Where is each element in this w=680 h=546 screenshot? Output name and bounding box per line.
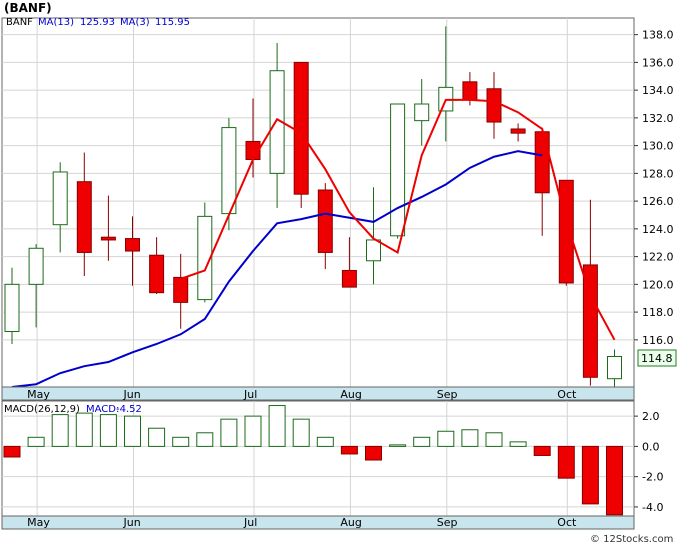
candle-body-up bbox=[52, 171, 68, 226]
macd-bar-positive bbox=[389, 444, 407, 447]
macd-month-label: May bbox=[27, 516, 50, 529]
candle-body-down bbox=[100, 236, 116, 241]
month-label: Aug bbox=[340, 388, 361, 401]
candle-body-up bbox=[414, 103, 430, 122]
chart-title: (BANF) bbox=[4, 1, 52, 15]
price-tick-label: 130.0 bbox=[642, 140, 674, 153]
candle-body-down bbox=[125, 238, 140, 252]
price-tick-label: 128.0 bbox=[642, 167, 674, 180]
macd-month-label: Jun bbox=[123, 516, 141, 529]
stock-chart: 138.0 136.0 134.0 132.0 130.0 128.0 126.0 124.0… bbox=[1, 1, 677, 545]
price-tick-label: 124.0 bbox=[642, 223, 674, 236]
macd-bar-negative bbox=[3, 445, 21, 458]
legend-symbol: BANF bbox=[6, 17, 33, 28]
candle-body-down bbox=[293, 61, 309, 195]
candle bbox=[558, 179, 574, 286]
macd-tick-label: 0.0 bbox=[642, 440, 660, 453]
legend-ma13-value: 125.93 bbox=[80, 17, 115, 28]
candle-body-down bbox=[510, 128, 526, 134]
macd-bar-positive bbox=[196, 432, 214, 447]
candle-body-down bbox=[462, 81, 478, 101]
price-tick-label: 126.0 bbox=[642, 195, 674, 208]
macd-legend-title: MACD(26,12,9) bbox=[4, 404, 80, 415]
legend-ma3-label: MA(3) bbox=[120, 17, 150, 28]
macd-bar-positive bbox=[292, 418, 310, 447]
candle-body-down bbox=[486, 88, 502, 123]
price-tick-label: 134.0 bbox=[642, 84, 674, 97]
macd-bar-positive bbox=[268, 405, 286, 447]
last-price-value: 114.8 bbox=[641, 352, 673, 365]
macd-bar-positive bbox=[51, 414, 69, 447]
candle-body-up bbox=[28, 247, 44, 285]
macd-bar-positive bbox=[27, 436, 45, 447]
macd-bar-negative bbox=[340, 445, 358, 455]
candle-body-down bbox=[341, 269, 357, 288]
month-label: Jun bbox=[123, 388, 141, 401]
macd-legend: MACD(26,12,9) MACD: -4.52 bbox=[4, 404, 142, 415]
macd-month-label: Jul bbox=[243, 516, 257, 529]
macd-bar-positive bbox=[172, 436, 190, 447]
candle-body-down bbox=[317, 189, 333, 253]
price-tick-label: 120.0 bbox=[642, 278, 674, 291]
last-price-badge: 114.8 bbox=[637, 349, 677, 367]
price-date-strip bbox=[1, 386, 635, 401]
macd-date-strip bbox=[1, 515, 635, 530]
macd-panel bbox=[1, 400, 635, 517]
candle bbox=[293, 61, 309, 209]
macd-tick-label: -4.0 bbox=[642, 501, 663, 514]
candle-body-up bbox=[607, 355, 622, 380]
candle-body-down bbox=[149, 254, 165, 294]
macd-bar-positive bbox=[148, 427, 166, 447]
candle bbox=[390, 103, 406, 239]
candle-body-down bbox=[173, 276, 189, 303]
macd-bar-negative bbox=[365, 445, 382, 461]
macd-bar-negative bbox=[533, 445, 551, 456]
month-label: May bbox=[27, 388, 50, 401]
price-tick-label: 122.0 bbox=[642, 251, 674, 264]
candle-body-down bbox=[558, 179, 574, 284]
macd-month-label: Oct bbox=[557, 516, 577, 529]
price-tick-label: 132.0 bbox=[642, 112, 674, 125]
macd-bar-positive bbox=[413, 436, 431, 447]
macd-bar-positive bbox=[509, 441, 527, 447]
macd-month-label: Aug bbox=[340, 516, 361, 529]
candle-body-up bbox=[221, 127, 237, 215]
month-label: Sep bbox=[437, 388, 458, 401]
macd-legend-value: -4.52 bbox=[116, 404, 142, 415]
price-tick-label: 136.0 bbox=[642, 56, 674, 69]
month-label: Jul bbox=[243, 388, 257, 401]
macd-bar-positive bbox=[244, 415, 262, 447]
macd-bar-positive bbox=[75, 412, 93, 447]
price-tick-label: 116.0 bbox=[642, 334, 674, 347]
candle-body-up bbox=[4, 283, 20, 333]
macd-bar-negative bbox=[606, 445, 623, 516]
macd-bar-positive bbox=[316, 436, 334, 447]
price-axis: 138.0 136.0 134.0 132.0 130.0 128.0 126.0 124.0… bbox=[634, 29, 674, 347]
candle-body-up bbox=[366, 239, 381, 262]
macd-bar-positive bbox=[437, 430, 455, 447]
macd-tick-label: 2.0 bbox=[642, 410, 660, 423]
macd-month-label: Sep bbox=[437, 516, 458, 529]
candle-body-up bbox=[390, 103, 406, 237]
macd-axis: 2.0 0.0 -2.0 -4.0 bbox=[634, 410, 663, 514]
month-label: Oct bbox=[557, 388, 577, 401]
candle-body-down bbox=[76, 181, 92, 253]
price-tick-label: 138.0 bbox=[642, 29, 674, 42]
macd-bar-positive bbox=[99, 414, 117, 447]
candle bbox=[197, 202, 213, 303]
legend-ma13-label: MA(13) bbox=[38, 17, 74, 28]
macd-bar-positive bbox=[220, 418, 238, 447]
macd-bar-positive bbox=[124, 415, 141, 447]
candle-body-down bbox=[534, 131, 550, 194]
macd-bar-positive bbox=[485, 432, 503, 447]
site-credit: © 12Stocks.com bbox=[590, 534, 673, 545]
macd-bar-negative bbox=[557, 445, 575, 479]
macd-legend-label: MACD: bbox=[86, 404, 119, 415]
macd-bar-negative bbox=[581, 445, 599, 505]
price-tick-label: 118.0 bbox=[642, 306, 674, 319]
macd-tick-label: -2.0 bbox=[642, 471, 663, 484]
legend-ma3-value: 115.95 bbox=[155, 17, 190, 28]
macd-bar-positive bbox=[461, 429, 479, 447]
